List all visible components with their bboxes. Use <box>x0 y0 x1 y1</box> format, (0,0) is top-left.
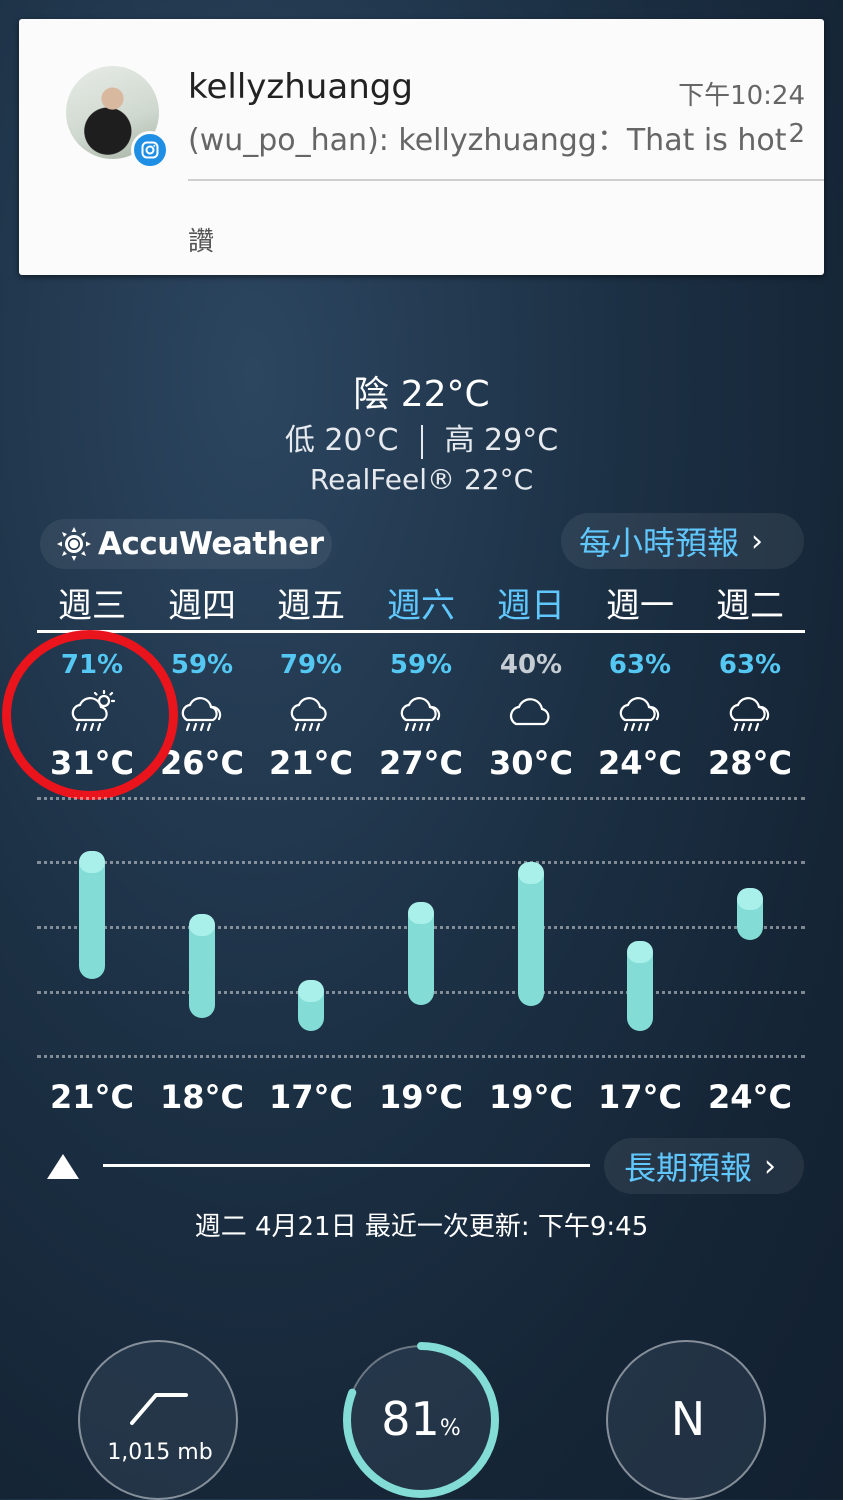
chevron-right-icon: › <box>764 1148 777 1184</box>
precip-percent: 40% <box>499 650 563 680</box>
gridline <box>37 1055 805 1058</box>
wind-direction: N <box>670 1392 706 1446</box>
high-temp: 21°C <box>268 744 353 782</box>
like-action-button[interactable]: 讚 <box>188 221 214 258</box>
cloud-icon <box>509 698 550 726</box>
current-high: 高 29°C <box>444 423 559 458</box>
day-headers: 週三 週四 週五 週六 週日 週一 週二 <box>37 578 805 628</box>
temp-range-bar <box>189 914 215 1018</box>
hourly-forecast-label: 每小時預報 <box>579 524 740 562</box>
collapse-arrow-icon[interactable] <box>47 1154 79 1179</box>
cloud-rain-icon <box>619 697 660 732</box>
low-temp: 19°C <box>488 1078 573 1116</box>
precip-percent: 63% <box>608 650 672 680</box>
brand-name: AccuWeather <box>98 526 324 562</box>
current-low: 低 20°C <box>284 423 399 458</box>
gridline <box>37 861 805 864</box>
pressure-gauge[interactable]: 1,015 mb <box>78 1340 238 1500</box>
notification-title: kellyzhuangg <box>188 67 413 107</box>
day-label[interactable]: 週四 <box>147 578 257 627</box>
day-label[interactable]: 週日 <box>476 578 586 627</box>
accuweather-logo[interactable]: AccuWeather <box>40 519 332 569</box>
cloud-rain-icon <box>290 697 327 732</box>
notification-time: 下午10:24 <box>678 81 805 111</box>
pressure-trend-icon <box>130 1393 188 1425</box>
pressure-value: 1,015 mb <box>107 1440 213 1465</box>
day-label[interactable]: 週五 <box>256 578 366 627</box>
precip-percent: 59% <box>389 650 453 680</box>
current-hilo: 低 20°C 高 29°C <box>0 415 843 459</box>
long-term-forecast-button[interactable]: 長期預報 › <box>604 1138 804 1194</box>
precip-percent: 63% <box>718 650 782 680</box>
long-term-forecast-label: 長期預報 <box>624 1149 753 1187</box>
day-label[interactable]: 週三 <box>37 578 147 627</box>
wind-gauge[interactable]: N <box>606 1340 766 1500</box>
sun-icon <box>57 527 91 561</box>
temp-range-bar <box>518 862 544 1006</box>
low-temp: 19°C <box>378 1078 463 1116</box>
temp-range-bar <box>408 902 434 1005</box>
notification-card[interactable]: kellyzhuangg 下午10:24 (wu_po_han): kellyz… <box>19 19 824 275</box>
notification-message: (wu_po_han): kellyzhuangg：That is hot.. <box>188 123 788 158</box>
annotation-circle <box>2 630 178 800</box>
cloud-rain-icon <box>181 697 222 732</box>
temp-range-bar <box>298 980 324 1031</box>
precip-percent: 79% <box>279 650 343 680</box>
humidity-value: 81% <box>381 1392 461 1446</box>
chevron-right-icon: › <box>751 523 764 559</box>
humidity-gauge[interactable]: 81% <box>341 1340 501 1500</box>
low-temp: 17°C <box>268 1078 353 1116</box>
forecast-day[interactable]: 63% 24°C <box>585 640 695 800</box>
forecast-day[interactable]: 59% 27°C <box>366 640 476 800</box>
day-label[interactable]: 週一 <box>585 578 695 627</box>
temp-range-bar <box>79 851 105 979</box>
instagram-icon <box>131 131 169 169</box>
gridline <box>37 797 805 800</box>
forecast-day[interactable]: 63% 28°C <box>695 640 805 800</box>
low-temp: 24°C <box>707 1078 792 1116</box>
high-temp: 27°C <box>378 744 463 782</box>
high-temp: 24°C <box>597 744 682 782</box>
day-label[interactable]: 週六 <box>366 578 476 627</box>
divider <box>37 630 805 633</box>
hourly-forecast-button[interactable]: 每小時預報 › <box>561 513 804 569</box>
low-temp: 21°C <box>49 1078 134 1116</box>
high-temp: 30°C <box>488 744 573 782</box>
temp-range-bar <box>627 941 653 1031</box>
current-condition: 陰 22°C <box>353 374 490 415</box>
divider <box>188 179 824 181</box>
divider <box>103 1164 590 1167</box>
high-temp: 28°C <box>707 744 792 782</box>
realfeel: RealFeel® 22°C <box>309 463 534 496</box>
notification-count: 2 <box>788 119 805 149</box>
cloud-rain-icon <box>729 697 770 732</box>
cloud-rain-icon <box>400 697 441 732</box>
divider <box>420 424 423 459</box>
low-temp: 18°C <box>159 1078 244 1116</box>
low-temp: 17°C <box>597 1078 682 1116</box>
forecast-day[interactable]: 40% 30°C <box>476 640 586 800</box>
last-updated: 週二 4月21日 最近一次更新: 下午9:45 <box>194 1212 649 1242</box>
temp-range-bar <box>737 888 763 940</box>
forecast-day[interactable]: 79% 21°C <box>256 640 366 800</box>
day-label[interactable]: 週二 <box>695 578 805 627</box>
